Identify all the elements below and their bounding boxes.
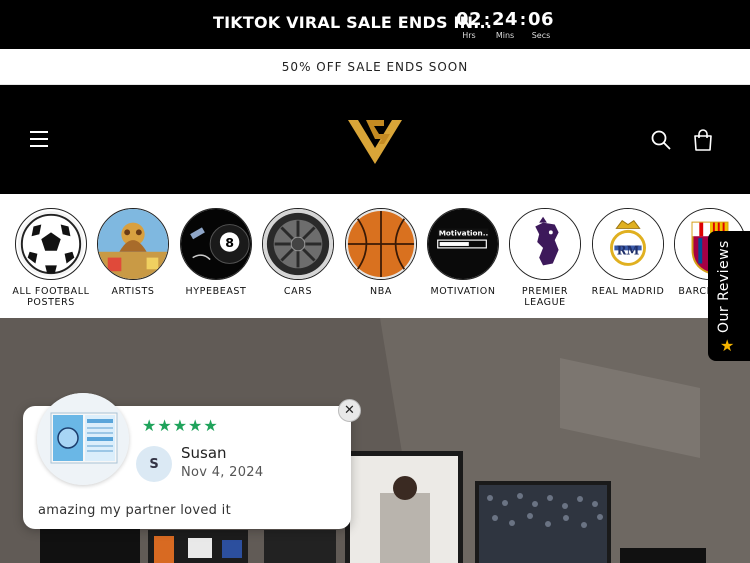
category-premier-league[interactable]: PREMIER LEAGUE — [505, 208, 585, 308]
svg-text:Motivation..: Motivation.. — [439, 228, 489, 237]
category-label: HYPEBEAST — [185, 286, 247, 297]
cart-icon[interactable] — [693, 129, 713, 151]
countdown-bar: TIKTOK VIRAL SALE ENDS IN... 02 Hrs : 24… — [0, 0, 750, 49]
our-reviews-tab[interactable]: Our Reviews ★ — [708, 231, 750, 361]
basketball-icon — [345, 208, 417, 280]
category-all-football-posters[interactable]: ALL FOOTBALL POSTERS — [11, 208, 91, 308]
svg-text:8: 8 — [225, 235, 234, 250]
star-icon: ★ — [720, 336, 735, 355]
timer-minutes: 24 Mins — [491, 9, 519, 40]
category-label: CARS — [283, 286, 313, 297]
category-nba[interactable]: NBA — [341, 208, 421, 297]
svg-text:RM: RM — [617, 244, 640, 258]
timer-minutes-value: 24 — [491, 9, 519, 30]
real-madrid-crest-icon: RM — [592, 208, 664, 280]
category-real-madrid[interactable]: RM REAL MADRID — [588, 208, 668, 297]
announcement-bar[interactable]: 50% OFF SALE ENDS SOON — [0, 49, 750, 85]
premier-league-lion-icon — [509, 208, 581, 280]
search-icon[interactable] — [651, 130, 671, 150]
category-cars[interactable]: CARS — [258, 208, 338, 297]
category-label: PREMIER LEAGUE — [521, 286, 569, 308]
category-label: ALL FOOTBALL POSTERS — [12, 286, 90, 308]
category-hypebeast[interactable]: 8 HYPEBEAST — [176, 208, 256, 297]
review-date: Nov 4, 2024 — [181, 465, 264, 480]
review-popup[interactable]: ★★★★★ S Susan Nov 4, 2024 amazing my par… — [23, 393, 351, 529]
close-icon[interactable]: ✕ — [338, 399, 361, 422]
category-label: NBA — [370, 286, 392, 297]
football-icon — [15, 208, 87, 280]
artist-album-icon — [97, 208, 169, 280]
timer-hours: 02 Hrs — [455, 9, 483, 40]
review-product-thumbnail[interactable] — [37, 393, 129, 485]
review-text: amazing my partner loved it — [38, 503, 231, 518]
site-header — [0, 85, 750, 194]
countdown-timer: 02 Hrs : 24 Mins : 06 Secs — [455, 9, 555, 40]
reviewer-name: Susan — [181, 444, 227, 462]
timer-seconds: 06 Secs — [527, 9, 555, 40]
timer-separator: : — [483, 10, 491, 29]
category-strip: ALL FOOTBALL POSTERS ARTISTS 8 HYPEBEAST… — [0, 194, 750, 318]
vg-logo[interactable] — [346, 118, 404, 166]
timer-separator: : — [519, 10, 527, 29]
category-artists[interactable]: ARTISTS — [93, 208, 173, 297]
category-label: ARTISTS — [111, 286, 155, 297]
announcement-text: 50% OFF SALE ENDS SOON — [281, 59, 469, 74]
reviews-tab-label: Our Reviews — [716, 240, 732, 333]
motivation-loading-icon: Motivation.. — [427, 208, 499, 280]
category-label: MOTIVATION — [430, 286, 496, 297]
eight-ball-icon: 8 — [180, 208, 252, 280]
rating-stars-icon: ★★★★★ — [142, 416, 219, 435]
countdown-title: TIKTOK VIRAL SALE ENDS IN... — [213, 13, 493, 32]
reviewer-avatar: S — [136, 446, 172, 482]
hamburger-menu-icon[interactable] — [30, 131, 48, 147]
timer-seconds-value: 06 — [527, 9, 555, 30]
timer-hours-label: Hrs — [462, 31, 476, 40]
timer-seconds-label: Secs — [531, 31, 551, 40]
timer-minutes-label: Mins — [495, 31, 515, 40]
timer-hours-value: 02 — [455, 9, 483, 30]
car-wheel-icon — [262, 208, 334, 280]
category-motivation[interactable]: Motivation.. MOTIVATION — [423, 208, 503, 297]
category-label: REAL MADRID — [591, 286, 665, 297]
